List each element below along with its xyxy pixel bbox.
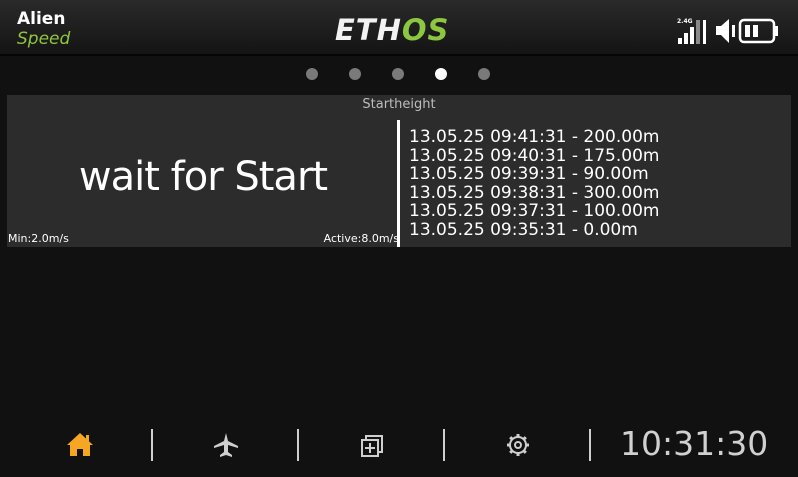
page-dot-5[interactable] bbox=[478, 68, 490, 80]
startheight-widget[interactable]: Startheight wait for Start Min:2.0m/s Ac… bbox=[7, 95, 791, 247]
status-icons: 2.4G bbox=[676, 16, 786, 46]
min-speed-label: Min:2.0m/s bbox=[8, 232, 69, 245]
widgets-icon bbox=[361, 435, 383, 457]
model-name[interactable]: Alien bbox=[17, 9, 65, 29]
battery-icon[interactable] bbox=[738, 18, 778, 44]
logo-part-eth: ETH bbox=[335, 13, 402, 47]
page-dot-3[interactable] bbox=[392, 68, 404, 80]
page-dot-2[interactable] bbox=[349, 68, 361, 80]
screens-button[interactable] bbox=[352, 427, 392, 463]
log-entry: 13.05.25 09:40:31 - 175.00m bbox=[409, 145, 660, 166]
model-button[interactable] bbox=[206, 427, 246, 463]
logo-part-os: OS bbox=[401, 13, 450, 47]
log-entry: 13.05.25 09:41:31 - 200.00m bbox=[409, 127, 660, 147]
page-indicator bbox=[0, 66, 798, 82]
clock: 10:31:30 bbox=[620, 424, 769, 463]
widget-title: Startheight bbox=[362, 97, 436, 112]
speaker-icon[interactable] bbox=[716, 19, 735, 43]
airplane-icon bbox=[214, 433, 238, 457]
widget-divider bbox=[397, 120, 400, 247]
log-entry: 13.05.25 09:39:31 - 90.00m bbox=[409, 164, 649, 184]
settings-button[interactable] bbox=[498, 427, 538, 463]
home-button[interactable] bbox=[60, 427, 100, 463]
top-bar: Alien Speed ETHOS 2.4G bbox=[0, 0, 798, 56]
gear-icon bbox=[507, 434, 529, 456]
active-speed-label: Active:8.0m/s bbox=[323, 232, 399, 245]
log-entry: 13.05.25 09:38:31 - 300.00m bbox=[409, 182, 660, 203]
rssi-label: 2.4G bbox=[677, 18, 693, 25]
ethos-logo: ETHOS bbox=[335, 14, 449, 46]
home-icon bbox=[67, 433, 93, 456]
signal-strength-icon[interactable]: 2.4G bbox=[677, 18, 706, 44]
widget-status-text: wait for Start bbox=[78, 154, 328, 200]
bottom-nav: 10:31:30 bbox=[0, 412, 798, 477]
log-entry: 13.05.25 09:35:31 - 0.00m bbox=[409, 219, 638, 240]
height-log-list: 13.05.25 09:41:31 - 200.00m 13.05.25 09:… bbox=[409, 128, 789, 239]
nav-separator bbox=[297, 429, 299, 461]
nav-separator bbox=[443, 429, 445, 461]
nav-separator bbox=[589, 429, 591, 461]
log-entry: 13.05.25 09:37:31 - 100.00m bbox=[409, 201, 660, 221]
page-dot-1[interactable] bbox=[306, 68, 318, 80]
model-subtitle: Speed bbox=[17, 29, 71, 49]
nav-separator bbox=[151, 429, 153, 461]
page-dot-4-active[interactable] bbox=[435, 68, 447, 80]
